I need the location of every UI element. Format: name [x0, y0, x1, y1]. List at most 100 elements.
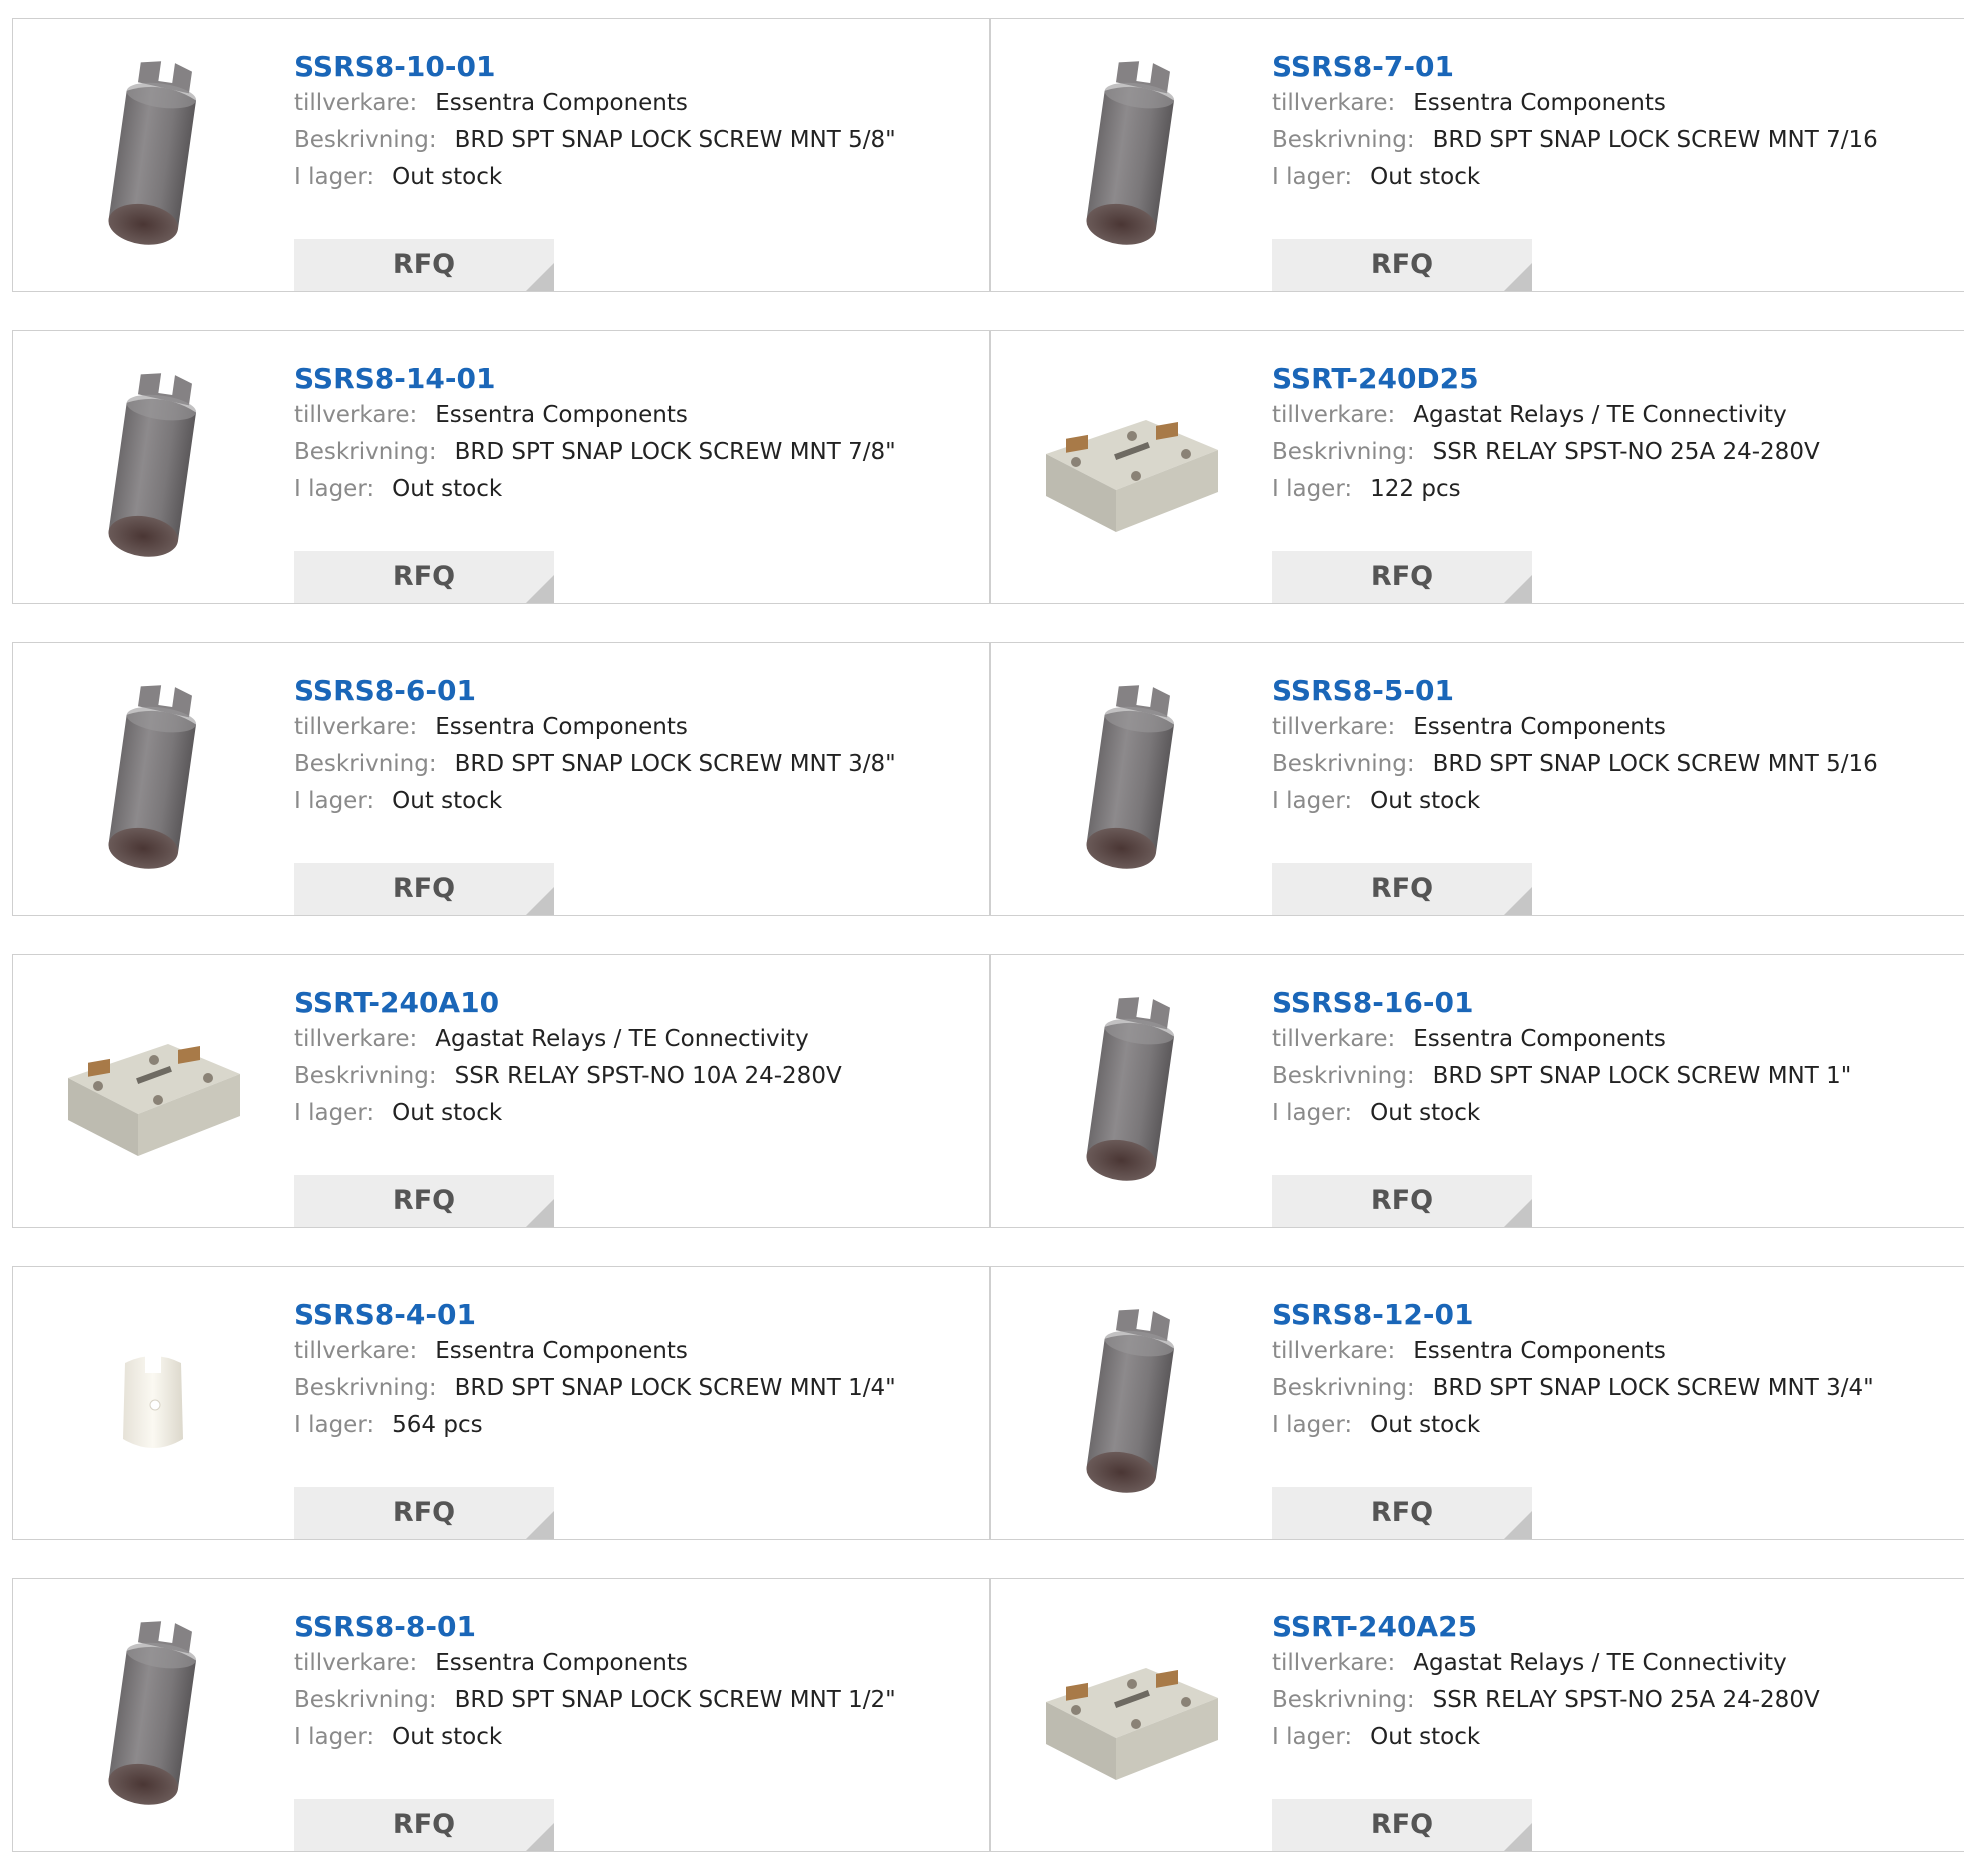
product-name-link[interactable]: SSRS8-7-01 [1272, 49, 1952, 85]
rfq-button[interactable]: RFQ [294, 1487, 554, 1539]
stock-line: I lager: 564 pcs [294, 1407, 974, 1444]
grey-spacer-image[interactable] [1031, 989, 1231, 1193]
description-value: BRD SPT SNAP LOCK SCREW MNT 1" [1432, 1063, 1852, 1089]
product-card: SSRT-240A10 tillverkare: Agastat Relays /… [13, 955, 989, 1227]
manufacturer-label: tillverkare: [294, 1338, 418, 1364]
stock-label: I lager: [1272, 164, 1353, 190]
rfq-button[interactable]: RFQ [1272, 239, 1532, 291]
stock-value: Out stock [392, 164, 503, 190]
description-line: Beskrivning: BRD SPT SNAP LOCK SCREW MNT … [294, 746, 974, 783]
relay-image[interactable] [53, 989, 253, 1193]
stock-value: 564 pcs [392, 1412, 483, 1438]
manufacturer-value: Essentra Components [435, 90, 688, 116]
stock-line: I lager: Out stock [1272, 783, 1952, 820]
grey-spacer-image[interactable] [1031, 1301, 1231, 1505]
rfq-button[interactable]: RFQ [294, 1175, 554, 1227]
product-info: SSRS8-8-01 tillverkare: Essentra Componen… [294, 1609, 974, 1851]
product-info: SSRS8-5-01 tillverkare: Essentra Componen… [1272, 673, 1952, 915]
rfq-label: RFQ [392, 1185, 456, 1216]
stock-line: I lager: 122 pcs [1272, 471, 1952, 508]
grey-spacer-image[interactable] [53, 365, 253, 569]
product-name-link[interactable]: SSRS8-14-01 [294, 361, 974, 397]
manufacturer-line: tillverkare: Essentra Components [294, 85, 974, 122]
grey-spacer-image[interactable] [1031, 53, 1231, 257]
product-name-link[interactable]: SSRT-240A10 [294, 985, 974, 1021]
rfq-button[interactable]: RFQ [294, 239, 554, 291]
rfq-label: RFQ [392, 1809, 456, 1840]
manufacturer-label: tillverkare: [294, 1026, 418, 1052]
description-line: Beskrivning: SSR RELAY SPST-NO 25A 24-280… [1272, 1682, 1952, 1719]
product-card: SSRT-240A25 tillverkare: Agastat Relays /… [991, 1579, 1964, 1851]
grey-spacer-image[interactable] [53, 1613, 253, 1817]
stock-line: I lager: Out stock [1272, 1095, 1952, 1132]
manufacturer-label: tillverkare: [1272, 1338, 1396, 1364]
description-label: Beskrivning: [1272, 751, 1415, 777]
manufacturer-label: tillverkare: [294, 714, 418, 740]
product-row: SSRS8-14-01 tillverkare: Essentra Compone… [12, 330, 1964, 604]
product-name-link[interactable]: SSRS8-10-01 [294, 49, 974, 85]
product-name-link[interactable]: SSRT-240D25 [1272, 361, 1952, 397]
corner-triangle-icon [526, 1511, 554, 1539]
description-value: BRD SPT SNAP LOCK SCREW MNT 5/16 [1432, 751, 1878, 777]
product-card: SSRS8-10-01 tillverkare: Essentra Compone… [13, 19, 989, 291]
description-line: Beskrivning: BRD SPT SNAP LOCK SCREW MNT … [1272, 1370, 1952, 1407]
rfq-button[interactable]: RFQ [1272, 1799, 1532, 1851]
description-value: BRD SPT SNAP LOCK SCREW MNT 7/8" [454, 439, 896, 465]
product-info: SSRT-240A10 tillverkare: Agastat Relays /… [294, 985, 974, 1227]
manufacturer-value: Essentra Components [435, 1650, 688, 1676]
rfq-button[interactable]: RFQ [1272, 1175, 1532, 1227]
product-name-link[interactable]: SSRS8-6-01 [294, 673, 974, 709]
product-name-link[interactable]: SSRS8-12-01 [1272, 1297, 1952, 1333]
stock-line: I lager: Out stock [294, 1719, 974, 1756]
product-card: SSRS8-12-01 tillverkare: Essentra Compone… [991, 1267, 1964, 1539]
rfq-button[interactable]: RFQ [294, 1799, 554, 1851]
rfq-button[interactable]: RFQ [1272, 863, 1532, 915]
manufacturer-label: tillverkare: [1272, 402, 1396, 428]
rfq-button[interactable]: RFQ [294, 863, 554, 915]
product-card: SSRS8-16-01 tillverkare: Essentra Compone… [991, 955, 1964, 1227]
product-name-link[interactable]: SSRS8-5-01 [1272, 673, 1952, 709]
description-line: Beskrivning: BRD SPT SNAP LOCK SCREW MNT … [294, 122, 974, 159]
relay-image[interactable] [1031, 1613, 1231, 1817]
manufacturer-line: tillverkare: Essentra Components [1272, 1021, 1952, 1058]
stock-line: I lager: Out stock [294, 1095, 974, 1132]
stock-label: I lager: [294, 1412, 375, 1438]
description-label: Beskrivning: [1272, 1375, 1415, 1401]
grey-spacer-image[interactable] [53, 53, 253, 257]
product-name-link[interactable]: SSRS8-16-01 [1272, 985, 1952, 1021]
stock-value: Out stock [1370, 1724, 1481, 1750]
description-value: SSR RELAY SPST-NO 25A 24-280V [1432, 1687, 1820, 1713]
grey-spacer-image[interactable] [1031, 677, 1231, 881]
manufacturer-line: tillverkare: Essentra Components [1272, 85, 1952, 122]
rfq-button[interactable]: RFQ [1272, 551, 1532, 603]
stock-label: I lager: [294, 788, 375, 814]
stock-label: I lager: [1272, 1100, 1353, 1126]
stock-label: I lager: [1272, 1724, 1353, 1750]
product-name-link[interactable]: SSRS8-4-01 [294, 1297, 974, 1333]
corner-triangle-icon [1504, 1199, 1532, 1227]
manufacturer-line: tillverkare: Essentra Components [294, 709, 974, 746]
manufacturer-line: tillverkare: Essentra Components [1272, 709, 1952, 746]
product-info: SSRT-240A25 tillverkare: Agastat Relays /… [1272, 1609, 1952, 1851]
rfq-label: RFQ [392, 561, 456, 592]
product-card: SSRS8-8-01 tillverkare: Essentra Componen… [13, 1579, 989, 1851]
grey-spacer-image[interactable] [53, 677, 253, 881]
rfq-button[interactable]: RFQ [1272, 1487, 1532, 1539]
stock-value: Out stock [392, 788, 503, 814]
description-label: Beskrivning: [294, 751, 437, 777]
description-label: Beskrivning: [294, 127, 437, 153]
manufacturer-value: Essentra Components [1413, 1338, 1666, 1364]
product-name-link[interactable]: SSRT-240A25 [1272, 1609, 1952, 1645]
description-value: BRD SPT SNAP LOCK SCREW MNT 3/4" [1432, 1375, 1874, 1401]
description-line: Beskrivning: BRD SPT SNAP LOCK SCREW MNT … [294, 1370, 974, 1407]
relay-image[interactable] [1031, 365, 1231, 569]
manufacturer-line: tillverkare: Agastat Relays / TE Connecti… [1272, 1645, 1952, 1682]
white-spacer-image[interactable] [53, 1301, 253, 1505]
description-line: Beskrivning: BRD SPT SNAP LOCK SCREW MNT … [1272, 746, 1952, 783]
rfq-button[interactable]: RFQ [294, 551, 554, 603]
description-line: Beskrivning: SSR RELAY SPST-NO 10A 24-280… [294, 1058, 974, 1095]
manufacturer-label: tillverkare: [294, 90, 418, 116]
product-name-link[interactable]: SSRS8-8-01 [294, 1609, 974, 1645]
corner-triangle-icon [1504, 1511, 1532, 1539]
description-label: Beskrivning: [294, 1687, 437, 1713]
